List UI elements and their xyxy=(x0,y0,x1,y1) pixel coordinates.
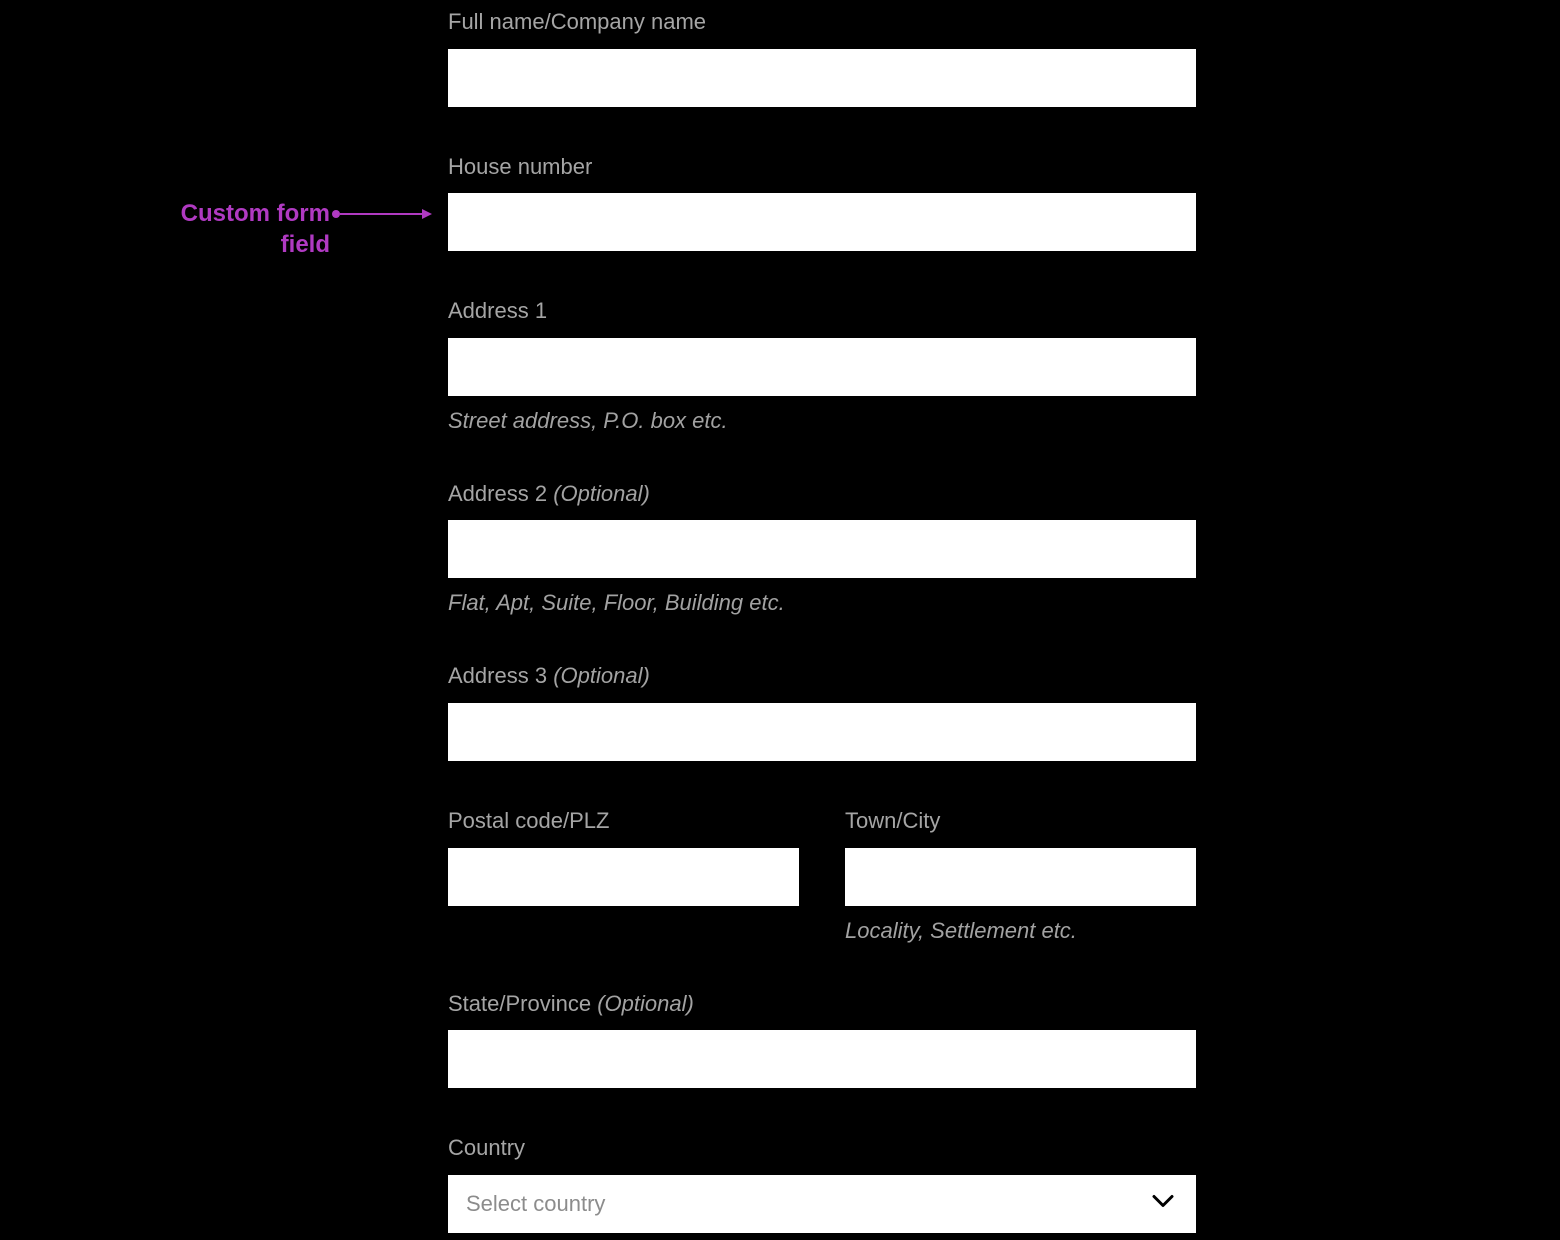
label-address3-text: Address 3 xyxy=(448,663,547,688)
label-address2-text: Address 2 xyxy=(448,481,547,506)
label-address1: Address 1 xyxy=(448,297,1196,326)
helper-city: Locality, Settlement etc. xyxy=(845,918,1196,944)
input-full-name[interactable] xyxy=(448,49,1196,107)
field-full-name: Full name/Company name xyxy=(448,8,1196,107)
input-address3[interactable] xyxy=(448,703,1196,761)
annotation-custom-form-field: Custom form field xyxy=(110,198,330,260)
label-postal: Postal code/PLZ xyxy=(448,807,799,836)
helper-address2: Flat, Apt, Suite, Floor, Building etc. xyxy=(448,590,1196,616)
label-address3-optional: (Optional) xyxy=(553,663,650,688)
select-country-placeholder: Select country xyxy=(466,1191,605,1217)
label-address2-optional: (Optional) xyxy=(553,481,650,506)
input-postal[interactable] xyxy=(448,848,799,906)
label-state-optional: (Optional) xyxy=(597,991,694,1016)
arrow-icon xyxy=(330,206,432,227)
field-country: Country Select country xyxy=(448,1134,1196,1233)
label-country: Country xyxy=(448,1134,1196,1163)
input-city[interactable] xyxy=(845,848,1196,906)
input-house-number[interactable] xyxy=(448,193,1196,251)
field-address1: Address 1 Street address, P.O. box etc. xyxy=(448,297,1196,434)
chevron-down-icon xyxy=(1152,1194,1174,1213)
annotation-text-line1: Custom form xyxy=(181,200,330,227)
address-form: Full name/Company name House number Addr… xyxy=(448,8,1196,1233)
field-city: Town/City Locality, Settlement etc. xyxy=(845,807,1196,944)
label-address2: Address 2 (Optional) xyxy=(448,480,1196,509)
label-state: State/Province (Optional) xyxy=(448,990,1196,1019)
input-address2[interactable] xyxy=(448,520,1196,578)
input-state[interactable] xyxy=(448,1030,1196,1088)
label-address3: Address 3 (Optional) xyxy=(448,662,1196,691)
helper-address1: Street address, P.O. box etc. xyxy=(448,408,1196,434)
label-full-name: Full name/Company name xyxy=(448,8,1196,37)
field-address3: Address 3 (Optional) xyxy=(448,662,1196,761)
select-country[interactable]: Select country xyxy=(448,1175,1196,1233)
field-state: State/Province (Optional) xyxy=(448,990,1196,1089)
input-address1[interactable] xyxy=(448,338,1196,396)
field-postal: Postal code/PLZ xyxy=(448,807,799,944)
label-city: Town/City xyxy=(845,807,1196,836)
label-house-number: House number xyxy=(448,153,1196,182)
label-state-text: State/Province xyxy=(448,991,591,1016)
field-address2: Address 2 (Optional) Flat, Apt, Suite, F… xyxy=(448,480,1196,617)
annotation-text-line2: field xyxy=(281,231,330,258)
field-house-number: House number xyxy=(448,153,1196,252)
